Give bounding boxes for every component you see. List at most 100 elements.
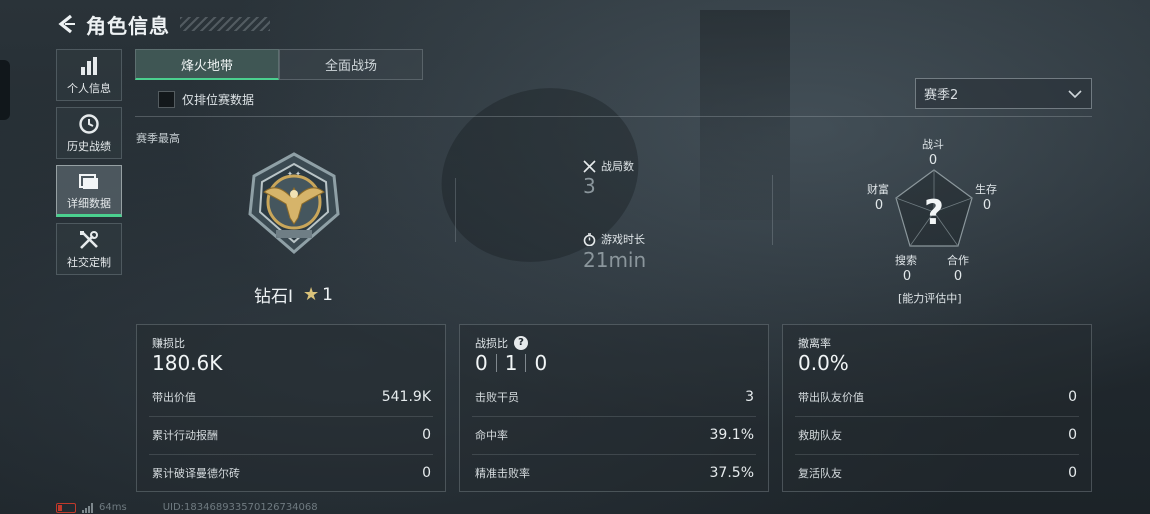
season-best-label: 赛季最高 bbox=[136, 132, 180, 145]
crossed-swords-icon bbox=[583, 159, 596, 173]
kd-title: 战损比 bbox=[475, 337, 508, 350]
stat-row: 带出队友价值 0 bbox=[783, 378, 1091, 416]
profit-value: 180.6K bbox=[152, 351, 223, 375]
tab-operations[interactable]: 烽火地带 bbox=[135, 49, 279, 80]
radar-label-survival: 生存 bbox=[975, 183, 997, 196]
status-bar: 64ms UID:183468933570126734068 bbox=[56, 502, 318, 513]
ability-evaluation-status: [能力评估中] bbox=[898, 292, 962, 305]
kd-separator bbox=[495, 354, 497, 372]
stat-row: 累计行动报酬 0 bbox=[137, 416, 445, 454]
battery-icon bbox=[56, 502, 76, 513]
stat-value: 0 bbox=[1068, 389, 1077, 405]
radar-value-teamwork: 0 bbox=[953, 269, 963, 284]
kd-value-kills: 0 bbox=[475, 351, 488, 375]
nav-item-personal-info[interactable]: 个人信息 bbox=[56, 49, 122, 101]
stat-label: 带出队友价值 bbox=[798, 391, 864, 404]
kd-value-assists: 0 bbox=[534, 351, 548, 375]
season-value: 赛季2 bbox=[924, 88, 959, 103]
mode-tabs: 烽火地带 全面战场 bbox=[135, 49, 423, 80]
extraction-value: 0.0% bbox=[798, 351, 849, 375]
radar-label-combat: 战斗 bbox=[922, 138, 944, 151]
ranked-only-label: 仅排位赛数据 bbox=[182, 93, 255, 107]
rank-badge-icon: ✦ ✦ bbox=[248, 152, 340, 254]
stat-label: 带出价值 bbox=[152, 391, 196, 404]
stat-label: 命中率 bbox=[475, 429, 508, 442]
stat-label: 累计行动报酬 bbox=[152, 429, 218, 442]
kd-card: 战损比 ? 0 1 0 击败干员 3 命中率 39.1% 精准击败率 37.5% bbox=[459, 324, 769, 492]
page-header: 角色信息 bbox=[56, 8, 270, 40]
radar-value-survival: 0 bbox=[982, 198, 992, 213]
profit-card: 赚损比 180.6K 带出价值 541.9K 累计行动报酬 0 累计破译曼德尔砖… bbox=[136, 324, 446, 492]
background-tower bbox=[700, 10, 790, 220]
radar-value-combat: 0 bbox=[928, 153, 938, 168]
bar-chart-icon bbox=[78, 55, 100, 77]
radar-label-teamwork: 合作 bbox=[947, 254, 969, 267]
radar-label-wealth: 财富 bbox=[867, 183, 889, 196]
nav-item-history[interactable]: 历史战绩 bbox=[56, 107, 122, 159]
uid-text: UID:183468933570126734068 bbox=[162, 502, 318, 513]
stat-row: 累计破译曼德尔砖 0 bbox=[137, 454, 445, 492]
extraction-card: 撤离率 0.0% 带出队友价值 0 救助队友 0 复活队友 0 bbox=[782, 324, 1092, 492]
help-icon[interactable]: ? bbox=[514, 336, 528, 350]
stat-value: 0 bbox=[1068, 465, 1077, 481]
playtime-value: 21min bbox=[583, 248, 647, 272]
rank-label: 钻石I ★ 1 bbox=[254, 282, 333, 307]
chevron-down-icon bbox=[1068, 90, 1082, 99]
matches-stat: 战局数 bbox=[583, 158, 634, 174]
stat-label: 累计破译曼德尔砖 bbox=[152, 467, 240, 480]
divider bbox=[772, 175, 773, 245]
star-icon: ★ bbox=[303, 284, 320, 305]
history-icon bbox=[78, 113, 100, 135]
unknown-icon: ? bbox=[924, 193, 944, 233]
stat-row: 复活队友 0 bbox=[783, 454, 1091, 492]
left-edge-handle[interactable] bbox=[0, 60, 10, 120]
radar-value-wealth: 0 bbox=[874, 198, 884, 213]
svg-text:✦ ✦: ✦ ✦ bbox=[287, 170, 301, 178]
stopwatch-icon bbox=[583, 232, 596, 246]
nav-label: 社交定制 bbox=[67, 255, 111, 269]
nav-label: 详细数据 bbox=[67, 196, 111, 210]
stat-value: 541.9K bbox=[381, 389, 431, 405]
tab-warfare[interactable]: 全面战场 bbox=[279, 49, 423, 80]
kd-value-deaths: 1 bbox=[504, 351, 518, 375]
stat-row: 精准击败率 37.5% bbox=[460, 454, 768, 492]
kd-title-row: 战损比 ? bbox=[475, 335, 528, 351]
kd-separator bbox=[525, 354, 527, 372]
stat-row: 命中率 39.1% bbox=[460, 416, 768, 454]
radar-label-search: 搜索 bbox=[895, 254, 917, 267]
stat-row: 救助队友 0 bbox=[783, 416, 1091, 454]
stat-row: 带出价值 541.9K bbox=[137, 378, 445, 416]
ranked-only-checkbox[interactable] bbox=[158, 91, 175, 108]
stat-label: 救助队友 bbox=[798, 429, 842, 442]
ranked-only-filter[interactable]: 仅排位赛数据 bbox=[158, 91, 254, 108]
stat-label: 精准击败率 bbox=[475, 467, 530, 480]
folder-icon bbox=[78, 170, 100, 192]
stat-value: 37.5% bbox=[709, 465, 754, 481]
divider bbox=[455, 178, 456, 242]
matches-value: 3 bbox=[583, 174, 596, 198]
radar-value-search: 0 bbox=[902, 269, 912, 284]
nav-item-detailed-data[interactable]: 详细数据 bbox=[56, 165, 122, 217]
season-dropdown[interactable]: 赛季2 bbox=[915, 78, 1092, 109]
nav-label: 个人信息 bbox=[67, 81, 111, 95]
nav-label: 历史战绩 bbox=[67, 139, 111, 153]
title-decoration bbox=[180, 17, 270, 31]
tools-icon bbox=[78, 229, 100, 251]
back-icon[interactable] bbox=[56, 13, 78, 35]
stat-label: 击败干员 bbox=[475, 391, 519, 404]
divider bbox=[135, 116, 1092, 117]
page-title: 角色信息 bbox=[86, 13, 170, 38]
stat-row: 击败干员 3 bbox=[460, 378, 768, 416]
playtime-stat: 游戏时长 bbox=[583, 231, 645, 247]
profit-title: 赚损比 bbox=[152, 337, 185, 350]
stat-value: 0 bbox=[1068, 427, 1077, 443]
ping-value: 64ms bbox=[99, 502, 127, 513]
rank-stars: 1 bbox=[322, 284, 333, 305]
extraction-title: 撤离率 bbox=[798, 337, 831, 350]
rank-name: 钻石I bbox=[254, 287, 294, 307]
side-nav: 个人信息 历史战绩 详细数据 社交定制 bbox=[56, 49, 122, 281]
playtime-label: 游戏时长 bbox=[601, 233, 645, 246]
nav-item-social[interactable]: 社交定制 bbox=[56, 223, 122, 275]
stat-value: 0 bbox=[422, 427, 431, 443]
signal-icon bbox=[82, 502, 94, 513]
